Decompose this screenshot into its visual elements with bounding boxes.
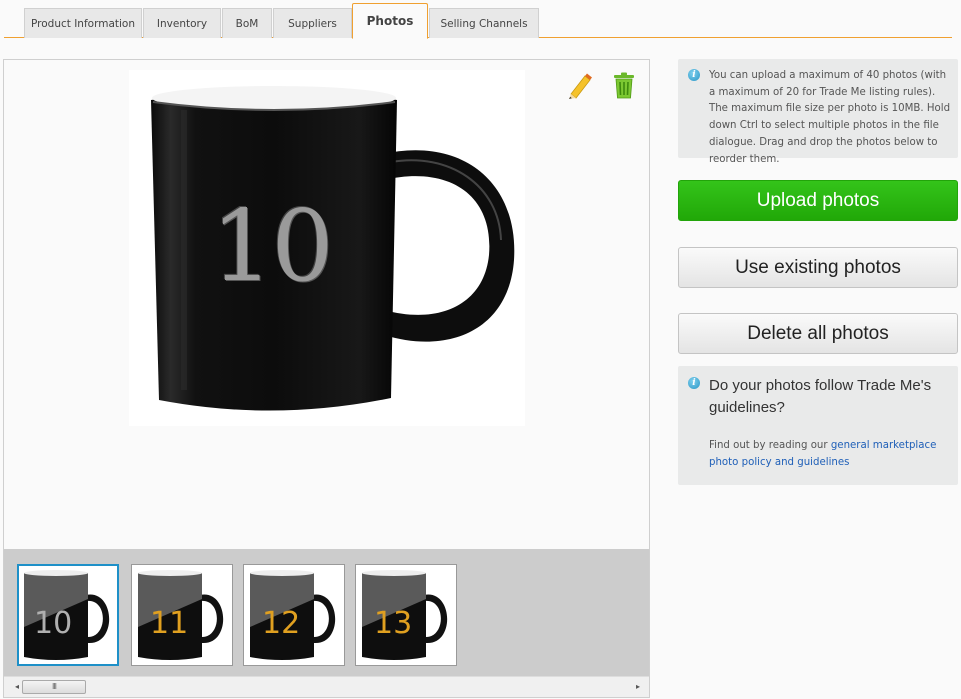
thumbnail-12[interactable]: 12 <box>243 564 345 666</box>
use-existing-photos-button[interactable]: Use existing photos <box>678 247 958 288</box>
thumbnail-mug-image: 10 <box>24 570 110 660</box>
thumbnail-10[interactable]: 10 <box>17 564 119 666</box>
scroll-right-arrow-icon[interactable]: ▸ <box>633 682 643 692</box>
thumbnail-number: 12 <box>262 606 300 641</box>
thumbnail-11[interactable]: 11 <box>131 564 233 666</box>
guidelines-text-prefix: Find out by reading our <box>709 440 831 451</box>
thumbnail-number: 11 <box>150 606 188 641</box>
tab-bom[interactable]: BoM <box>222 8 272 38</box>
trash-icon <box>614 72 634 99</box>
edit-photo-button[interactable] <box>565 70 593 100</box>
thumbnail-mug-image: 12 <box>250 570 336 660</box>
scroll-left-arrow-icon[interactable]: ◂ <box>12 682 22 692</box>
thumbnail-mug-image: 11 <box>138 570 224 660</box>
thumbnail-mug-image: 13 <box>362 570 448 660</box>
upload-photos-button[interactable]: Upload photos <box>678 180 958 221</box>
photo-panel: 10 10 11 12 13 ◂ III ▸ <box>3 59 650 698</box>
pencil-icon <box>569 73 592 99</box>
upload-info-box: i You can upload a maximum of 40 photos … <box>678 59 958 165</box>
delete-all-photos-button[interactable]: Delete all photos <box>678 313 958 354</box>
tab-product-information[interactable]: Product Information <box>24 8 142 38</box>
info-icon: i <box>688 377 700 389</box>
info-icon: i <box>688 69 700 81</box>
guidelines-title: Do your photos follow Trade Me's guideli… <box>709 377 932 416</box>
tab-suppliers[interactable]: Suppliers <box>273 8 352 38</box>
tab-selling-channels[interactable]: Selling Channels <box>429 8 539 38</box>
thumbnail-strip: 10 11 12 13 <box>4 549 649 676</box>
thumbnail-number: 10 <box>34 606 72 641</box>
delete-photo-button[interactable] <box>610 70 638 100</box>
guidelines-text: Find out by reading our general marketpl… <box>709 438 949 471</box>
scrollbar-thumb[interactable]: III <box>22 680 86 694</box>
guidelines-box: i Do your photos follow Trade Me's guide… <box>678 366 958 485</box>
main-photo: 10 <box>129 70 525 426</box>
upload-info-text: You can upload a maximum of 40 photos (w… <box>709 70 951 165</box>
tab-bar: Product Information Inventory BoM Suppli… <box>4 0 952 39</box>
horizontal-scrollbar[interactable]: ◂ III ▸ <box>4 676 649 697</box>
main-photo-number: 10 <box>211 190 334 304</box>
thumbnail-13[interactable]: 13 <box>355 564 457 666</box>
thumbnail-number: 13 <box>374 606 412 641</box>
tab-inventory[interactable]: Inventory <box>143 8 221 38</box>
tab-photos[interactable]: Photos <box>352 3 428 39</box>
